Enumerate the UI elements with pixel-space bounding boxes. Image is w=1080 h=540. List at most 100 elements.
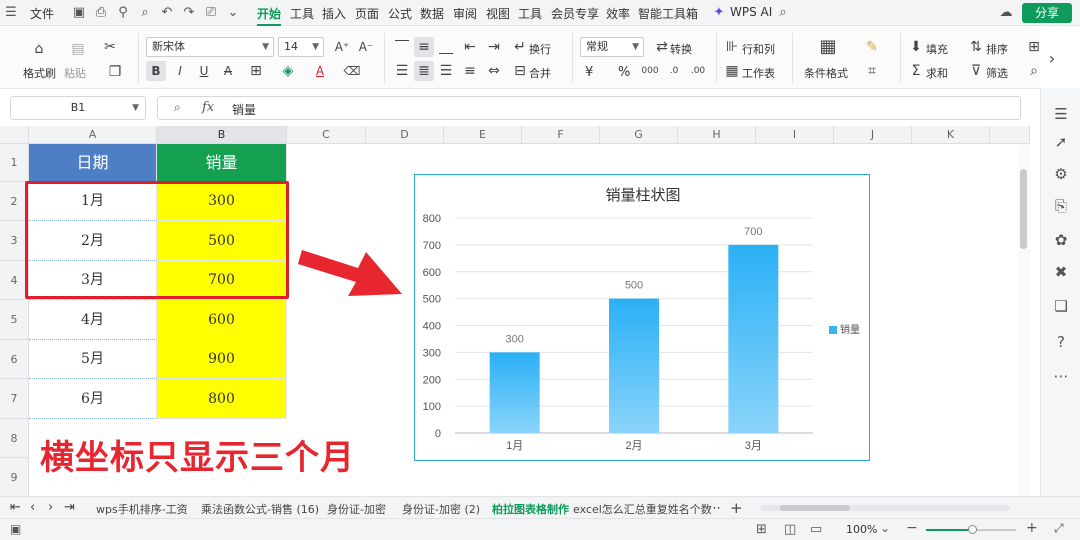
- sheet-tab[interactable]: 身份证-加密 (2): [402, 501, 480, 517]
- decrease-decimal-icon[interactable]: .00: [688, 61, 708, 81]
- more-sheets-icon[interactable]: ⋯: [708, 501, 721, 516]
- menu-icon[interactable]: ☰: [1051, 104, 1071, 124]
- column-header-c[interactable]: C: [287, 126, 366, 144]
- cut-icon[interactable]: ✂: [100, 37, 120, 57]
- paste-label[interactable]: 粘贴: [64, 65, 86, 81]
- chevron-down-icon[interactable]: ⌄: [880, 521, 890, 535]
- tab-tools[interactable]: 工具: [290, 5, 314, 22]
- column-header-e[interactable]: E: [444, 126, 522, 144]
- cursor-icon[interactable]: ➚: [1051, 132, 1071, 152]
- page-break-icon[interactable]: ▭: [810, 522, 822, 537]
- font-name-select[interactable]: 新宋体 ▼: [146, 37, 274, 57]
- tab-view[interactable]: 视图: [486, 5, 510, 22]
- justify-icon[interactable]: ≡: [460, 61, 480, 81]
- filter-button[interactable]: 筛选: [986, 65, 1008, 81]
- align-middle-icon[interactable]: ≡: [414, 37, 434, 57]
- sum-button[interactable]: 求和: [926, 65, 948, 81]
- share-button[interactable]: 分享: [1022, 3, 1072, 23]
- more-icon[interactable]: ⋯: [1051, 366, 1071, 386]
- sort-icon[interactable]: ⇅: [966, 37, 986, 57]
- print-icon[interactable]: ⎚: [202, 4, 220, 22]
- zoom-out-icon[interactable]: −: [906, 520, 918, 536]
- increase-font-icon[interactable]: A⁺: [332, 37, 352, 57]
- thousands-icon[interactable]: 000: [640, 61, 660, 81]
- chart-container[interactable]: 销量柱状图 0 100 200 300 400 500 600 700 800 300 1月 500 2…: [414, 174, 870, 461]
- copy-icon[interactable]: ❐: [105, 62, 125, 82]
- fx-icon[interactable]: fx: [202, 100, 214, 115]
- bold-icon[interactable]: B: [146, 61, 166, 81]
- column-header-f[interactable]: F: [522, 126, 600, 144]
- decrease-font-icon[interactable]: A⁻: [356, 37, 376, 57]
- paste-icon[interactable]: ▤: [68, 39, 88, 59]
- book-icon[interactable]: ❏: [1051, 296, 1071, 316]
- tab-home[interactable]: 开始: [257, 5, 282, 26]
- merge-button[interactable]: 合并: [529, 65, 551, 81]
- search-icon[interactable]: ⌕: [774, 4, 792, 22]
- undo-icon[interactable]: ↶: [158, 4, 176, 22]
- row-header-9[interactable]: 9: [0, 458, 29, 496]
- chevron-right-icon[interactable]: ›: [1042, 49, 1062, 69]
- column-header-h[interactable]: H: [678, 126, 756, 144]
- header-date-cell[interactable]: 日期: [29, 144, 157, 182]
- tab-data[interactable]: 数据: [420, 5, 444, 22]
- sheet-icon[interactable]: ▦: [722, 61, 742, 81]
- header-sales-cell[interactable]: 销量: [157, 144, 287, 182]
- column-header-j[interactable]: J: [834, 126, 912, 144]
- normal-view-icon[interactable]: ⊞: [756, 522, 767, 537]
- export-icon[interactable]: ⎙: [92, 4, 110, 22]
- sales-cell[interactable]: 900: [157, 340, 287, 379]
- align-center-icon[interactable]: ≣: [414, 61, 434, 81]
- style-icon[interactable]: ✿: [1051, 230, 1071, 250]
- select-all-corner[interactable]: [0, 126, 29, 144]
- last-sheet-icon[interactable]: ⇥: [64, 500, 75, 515]
- help-icon[interactable]: ?: [1051, 332, 1071, 352]
- menu-icon[interactable]: ☰: [2, 4, 20, 22]
- freeze-icon[interactable]: ⊞: [1024, 37, 1044, 57]
- fill-color-icon[interactable]: ◈: [278, 61, 298, 81]
- add-sheet-icon[interactable]: +: [730, 499, 743, 517]
- tab-insert[interactable]: 插入: [322, 5, 346, 22]
- scroll-thumb[interactable]: [1020, 169, 1027, 249]
- fill-icon[interactable]: ⬇: [906, 37, 926, 57]
- fill-button[interactable]: 填充: [926, 41, 948, 57]
- tab-formula[interactable]: 公式: [388, 5, 412, 22]
- clear-format-icon[interactable]: ⌫: [342, 61, 362, 81]
- sheet-tab[interactable]: 乘法函数公式-销售 (16): [201, 501, 319, 517]
- row-header-7[interactable]: 7: [0, 379, 29, 419]
- format-painter-icon[interactable]: ⌂: [29, 39, 49, 59]
- crop-icon[interactable]: ⌗: [862, 61, 882, 81]
- tools-icon[interactable]: ✖: [1051, 262, 1071, 282]
- conditional-format-icon[interactable]: ▦: [818, 37, 838, 57]
- row-header-1[interactable]: 1: [0, 144, 29, 182]
- formula-input[interactable]: ⌕ fx 销量: [157, 96, 1021, 120]
- wrap-button[interactable]: 换行: [529, 41, 551, 57]
- month-cell[interactable]: 4月: [29, 300, 157, 340]
- tab-page[interactable]: 页面: [355, 5, 379, 22]
- horizontal-scrollbar[interactable]: [760, 505, 1010, 511]
- sheet-tab[interactable]: 身份证-加密: [327, 501, 386, 517]
- format-painter-label[interactable]: 格式刷: [23, 65, 56, 81]
- merge-icon[interactable]: ⊟: [510, 61, 530, 81]
- column-header-b[interactable]: B: [157, 126, 287, 144]
- increase-decimal-icon[interactable]: .0: [664, 61, 684, 81]
- currency-button[interactable]: ¥: [585, 65, 593, 80]
- first-sheet-icon[interactable]: ⇤: [10, 500, 21, 515]
- italic-icon[interactable]: I: [170, 61, 190, 81]
- conditional-format-button[interactable]: 条件格式: [804, 65, 848, 81]
- distribute-icon[interactable]: ⇔: [484, 61, 504, 81]
- share-link-icon[interactable]: ⚲: [114, 4, 132, 22]
- month-cell[interactable]: 6月: [29, 379, 157, 419]
- row-header-6[interactable]: 6: [0, 340, 29, 379]
- align-bottom-icon[interactable]: ⎽: [436, 37, 456, 57]
- strikethrough-icon[interactable]: A: [218, 61, 238, 81]
- tab-review[interactable]: 审阅: [453, 5, 477, 22]
- redo-icon[interactable]: ↷: [180, 4, 198, 22]
- column-header-k[interactable]: K: [912, 126, 990, 144]
- transform-icon[interactable]: ⎘: [1051, 196, 1071, 216]
- sheet-tab[interactable]: excel怎么汇总重复姓名个数: [573, 501, 712, 517]
- number-format-select[interactable]: 常规 ▼: [580, 37, 644, 57]
- zoom-formula-icon[interactable]: ⌕: [174, 100, 181, 115]
- file-menu[interactable]: 文件: [30, 5, 54, 22]
- tab-efficiency[interactable]: 效率: [606, 5, 630, 22]
- wrap-icon[interactable]: ↵: [510, 37, 530, 57]
